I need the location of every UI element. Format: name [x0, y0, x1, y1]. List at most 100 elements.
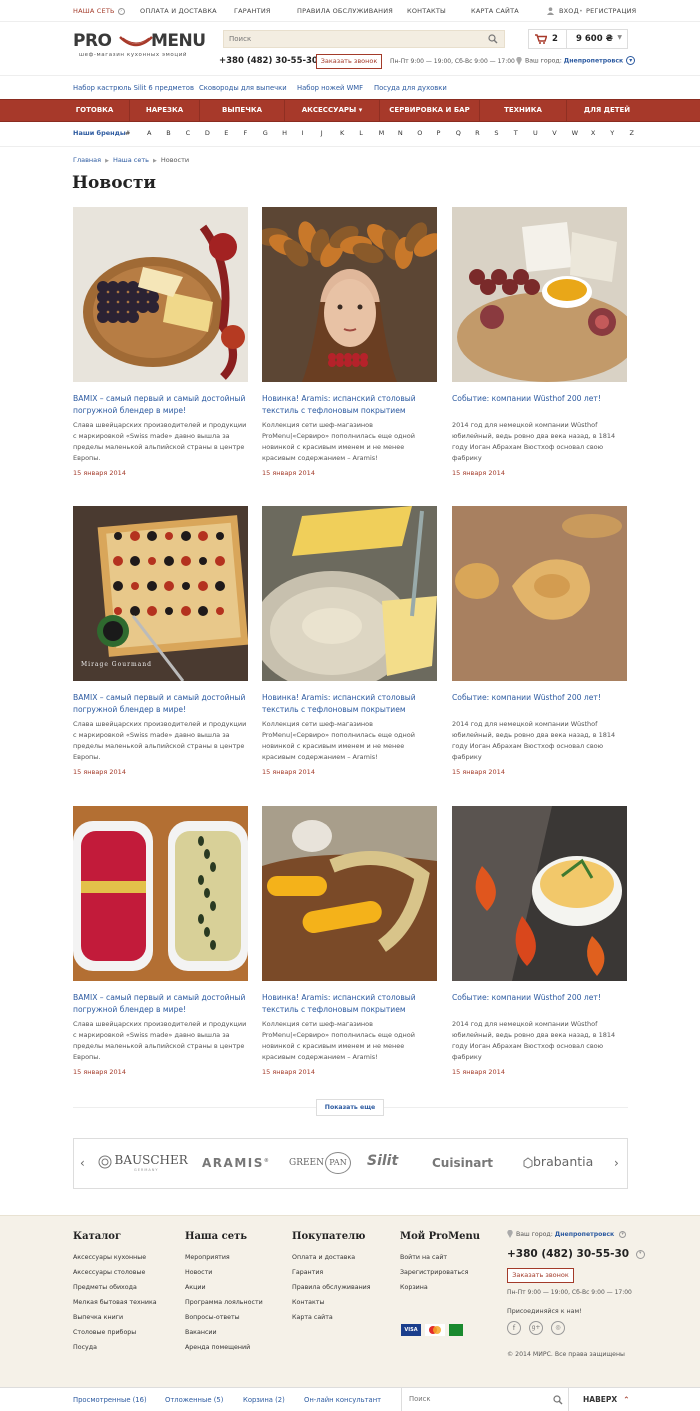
news-title[interactable]: Событие: компании Wüsthof 200 лет! [452, 393, 627, 405]
brand-letter[interactable]: L [359, 129, 363, 137]
footer-link[interactable]: Контакты [292, 1299, 324, 1306]
news-title[interactable]: Событие: компании Wüsthof 200 лет! [452, 692, 627, 704]
footer-city-selector[interactable]: Ваш город: Днепропетровск ▾ [507, 1229, 627, 1238]
footer-link[interactable]: Предметы обихода [73, 1284, 137, 1291]
footer-link[interactable]: Оплата и доставка [292, 1254, 355, 1261]
footer-link[interactable]: Выпечка книги [73, 1314, 123, 1321]
topbar-link-warranty[interactable]: Гарантия [234, 7, 271, 15]
brand-letter[interactable]: Q [456, 129, 461, 137]
back-to-top-button[interactable]: Наверх ⌃ [583, 1395, 630, 1404]
topbar-link-rules[interactable]: Правила обслуживания [297, 7, 393, 15]
nav-item-baking[interactable]: Выпечка [200, 100, 285, 121]
nav-item-cutting[interactable]: Нарезка [130, 100, 200, 121]
breadcrumb-network[interactable]: Наша сеть [113, 156, 149, 164]
postponed-link[interactable]: Отложенные (5) [165, 1396, 223, 1404]
brand-letter[interactable]: B [166, 129, 170, 137]
footer-link[interactable]: Акции [185, 1284, 206, 1291]
cart-widget[interactable]: 2 9 600 ₴ ▼ [528, 29, 628, 49]
brand-letter[interactable]: D [205, 129, 210, 137]
callback-button[interactable]: Заказать звонок [316, 54, 382, 69]
brand-letter[interactable]: G [263, 129, 268, 137]
topbar-link-sitemap[interactable]: Карта сайта [471, 7, 519, 15]
footer-phone[interactable]: +380 (482) 30-55-30 ▾ [507, 1248, 645, 1260]
footer-link[interactable]: Вакансии [185, 1329, 217, 1336]
logo[interactable]: PRO MENU шеф-магазин кухонных эмоций [73, 31, 208, 61]
phone-number[interactable]: +380 (482) 30-55-30 [219, 56, 318, 66]
news-title[interactable]: Новинка! Aramis: испанский столовый текс… [262, 692, 437, 716]
brand-logo-aramis[interactable]: ARAMIS® [202, 1156, 270, 1170]
bottom-cart-link[interactable]: Корзина (2) [243, 1396, 285, 1404]
footer-link[interactable]: Мероприятия [185, 1254, 230, 1261]
brand-letter[interactable]: E [224, 129, 228, 137]
brand-letter[interactable]: Y [610, 129, 614, 137]
footer-link[interactable]: Войти на сайт [400, 1254, 447, 1261]
nav-item-serving[interactable]: Сервировка и бар [380, 100, 480, 121]
footer-link[interactable]: Программа лояльности [185, 1299, 263, 1306]
nav-item-kids[interactable]: Для детей [567, 100, 647, 121]
quick-link[interactable]: Посуда для духовки [374, 84, 447, 92]
brand-letter[interactable]: A [147, 129, 151, 137]
brand-letter[interactable]: O [417, 129, 422, 137]
news-title[interactable]: Событие: компании Wüsthof 200 лет! [452, 992, 627, 1004]
bottom-search-input[interactable] [402, 1388, 542, 1410]
search-input[interactable] [224, 31, 474, 47]
news-title[interactable]: BAMIX – самый первый и самый достойный п… [73, 393, 248, 417]
brand-logo-greenpan[interactable]: GREEN PAN [289, 1152, 351, 1174]
quick-link[interactable]: Набор ножей WMF [297, 84, 363, 92]
footer-link[interactable]: Гарантия [292, 1269, 323, 1276]
brand-logo-cuisinart[interactable]: Cuisinart [432, 1156, 493, 1170]
brand-letter[interactable]: C [186, 129, 191, 137]
news-image[interactable] [73, 207, 248, 382]
carousel-next-icon[interactable]: › [614, 1156, 619, 1170]
brand-letter[interactable]: P [437, 129, 441, 137]
news-image[interactable] [452, 806, 627, 981]
footer-link[interactable]: Зарегистрироваться [400, 1269, 468, 1276]
news-image[interactable] [73, 806, 248, 981]
brand-letter[interactable]: Z [630, 129, 634, 137]
brand-letter[interactable]: F [244, 129, 248, 137]
nav-item-accessories[interactable]: Аксессуары ▾ [285, 100, 380, 121]
nav-item-cooking[interactable]: Готовка [60, 100, 130, 121]
quick-link[interactable]: Набор кастрюль Silit 6 предметов [73, 84, 194, 92]
nav-item-appliances[interactable]: Техника [480, 100, 567, 121]
brand-letter-hash[interactable]: # [125, 129, 130, 137]
topbar-link-delivery[interactable]: Оплата и доставка [140, 7, 217, 15]
show-more-button[interactable]: Показать еще [316, 1099, 384, 1116]
topbar-network-link[interactable]: Наша сеть › [73, 7, 125, 15]
brand-letter[interactable]: U [533, 129, 538, 137]
news-title[interactable]: BAMIX – самый первый и самый достойный п… [73, 692, 248, 716]
news-title[interactable]: BAMIX – самый первый и самый достойный п… [73, 992, 248, 1016]
search-icon[interactable] [488, 34, 498, 46]
login-link[interactable]: Вход [559, 7, 579, 15]
brand-letter[interactable]: H [282, 129, 287, 137]
instagram-icon[interactable]: ◎ [551, 1321, 565, 1335]
brand-letter[interactable]: W [572, 129, 578, 137]
news-image[interactable] [452, 506, 627, 681]
brand-letter[interactable]: V [552, 129, 556, 137]
footer-link[interactable]: Карта сайта [292, 1314, 333, 1321]
news-title[interactable]: Новинка! Aramis: испанский столовый текс… [262, 992, 437, 1016]
brand-logo-brabantia[interactable]: brabantia [523, 1154, 593, 1169]
quick-link[interactable]: Сковороды для выпечки [199, 84, 287, 92]
brand-letter[interactable]: R [475, 129, 480, 137]
footer-link[interactable]: Аренда помещений [185, 1344, 250, 1351]
footer-link[interactable]: Корзина [400, 1284, 428, 1291]
breadcrumb-home[interactable]: Главная [73, 156, 101, 164]
consultant-link[interactable]: Он-лайн консультант [304, 1396, 381, 1404]
footer-link[interactable]: Правила обслуживания [292, 1284, 371, 1291]
footer-link[interactable]: Столовые приборы [73, 1329, 136, 1336]
facebook-icon[interactable]: f [507, 1321, 521, 1335]
google-plus-icon[interactable]: g+ [529, 1321, 543, 1335]
brand-letter[interactable]: I [301, 129, 303, 137]
brands-label[interactable]: Наши бренды [73, 129, 126, 137]
brand-letter[interactable]: J [321, 129, 323, 137]
news-image[interactable]: Mirage Gourmand [73, 506, 248, 681]
news-image[interactable] [262, 806, 437, 981]
news-image[interactable] [262, 207, 437, 382]
footer-link[interactable]: Новости [185, 1269, 212, 1276]
brand-letter[interactable]: K [340, 129, 344, 137]
footer-link[interactable]: Аксессуары столовые [73, 1269, 145, 1276]
search-icon[interactable] [553, 1395, 563, 1407]
footer-link[interactable]: Аксессуары кухонные [73, 1254, 146, 1261]
city-selector[interactable]: Ваш город: Днепропетровск ▾ [516, 56, 636, 65]
